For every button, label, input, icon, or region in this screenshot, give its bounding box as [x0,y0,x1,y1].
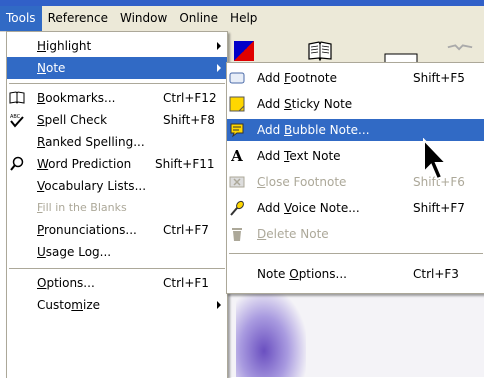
book-toolbar-button[interactable] [306,38,334,64]
book-icon [308,41,332,62]
text-note-icon: A [231,147,243,165]
sticky-note-icon [229,96,245,112]
bookmarks-icon [9,90,25,106]
menu-item-bookmarks[interactable]: Bookmarks... Ctrl+F12 [7,87,227,109]
menu-separator [9,83,225,84]
submenu-arrow-icon [217,42,221,50]
glasses-toolbar-button[interactable] [446,38,474,64]
spell-check-icon: ABC [9,112,25,128]
microphone-icon [229,200,245,216]
menu-item-note-options[interactable]: Note Options... Ctrl+F3 [227,263,484,285]
menu-item-add-footnote[interactable]: Add Footnote Shift+F5 [227,67,484,89]
mouse-cursor-icon [423,138,449,181]
menu-item-add-voice-note[interactable]: Add Voice Note... Shift+F7 [227,197,484,219]
menu-item-fill-in-the-blanks[interactable]: Fill in the Blanks [7,197,227,219]
close-footnote-icon [229,174,245,190]
menu-item-vocabulary-lists[interactable]: Vocabulary Lists... [7,175,227,197]
bubble-note-icon [229,122,245,138]
svg-text:ABC: ABC [10,114,21,120]
submenu-arrow-icon [217,301,221,309]
menu-item-options[interactable]: Options... Ctrl+F1 [7,272,227,294]
menu-reference[interactable]: Reference [42,6,114,31]
menu-separator [229,253,483,254]
submenu-arrow-icon [217,64,221,72]
menu-bar: Tools Reference Window Online Help [0,6,484,32]
menu-online[interactable]: Online [173,6,224,31]
menu-tools[interactable]: Tools [0,6,42,31]
menu-item-note[interactable]: Note [7,57,227,79]
menu-item-pronunciations[interactable]: Pronunciations... Ctrl+F7 [7,219,227,241]
menu-item-highlight[interactable]: Highlight [7,35,227,57]
menu-item-spell-check[interactable]: ABC Spell Check Shift+F8 [7,109,227,131]
menu-help[interactable]: Help [224,6,263,31]
color-toolbar-button[interactable] [230,38,258,64]
menu-window[interactable]: Window [114,6,173,31]
document-graphic [236,290,306,377]
menu-item-ranked-spelling[interactable]: Ranked Spelling... [7,131,227,153]
footnote-icon [229,70,245,86]
menu-item-add-sticky-note[interactable]: Add Sticky Note [227,93,484,115]
menu-item-customize[interactable]: Customize [7,294,227,316]
menu-item-word-prediction[interactable]: Word Prediction Shift+F11 [7,153,227,175]
glasses-icon [447,44,473,51]
menu-item-usage-log[interactable]: Usage Log... [7,241,227,263]
trash-icon [229,226,245,242]
word-prediction-icon [9,156,25,172]
tools-menu: Highlight Note Bookmarks... Ctrl+F12 ABC… [6,31,228,378]
color-icon [234,41,254,61]
menu-separator [9,268,225,269]
menu-item-delete-note[interactable]: Delete Note [227,223,484,245]
